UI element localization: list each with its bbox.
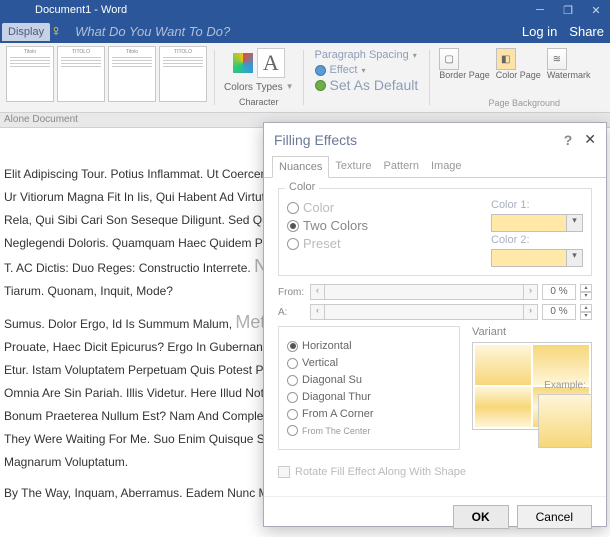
tab-texture[interactable]: Texture <box>329 156 377 177</box>
color-legend: Color <box>285 181 319 193</box>
a-spinner[interactable]: ▴▾ <box>580 304 592 320</box>
radio-diagonal-down[interactable] <box>287 392 298 403</box>
radio-vertical[interactable] <box>287 358 298 369</box>
from-value[interactable]: 0 % <box>542 284 576 300</box>
page-border-icon[interactable]: ▢ <box>439 48 459 70</box>
character-label: Character <box>239 97 279 107</box>
window-title: Document1 - Word <box>0 4 526 16</box>
minimize-icon[interactable]: ─ <box>526 4 554 17</box>
colors-label: Colors <box>224 82 253 93</box>
color2-picker[interactable]: ▾ <box>491 249 583 267</box>
cancel-button[interactable]: Cancel <box>517 505 592 529</box>
from-label: From: <box>278 287 306 298</box>
radio-diagonal-up[interactable] <box>287 375 298 386</box>
theme-gallery[interactable]: Titolo TITOLO Titolo TITOLO <box>6 46 207 109</box>
radio-horizontal[interactable] <box>287 341 298 352</box>
fonts-icon[interactable]: A <box>257 48 285 78</box>
tell-me-input[interactable]: What Do You Want To Do? <box>75 24 230 39</box>
types-label: Types <box>256 82 283 93</box>
tab-image[interactable]: Image <box>425 156 468 177</box>
a-slider[interactable]: ‹› <box>310 304 538 320</box>
dialog-close-icon[interactable]: ✕ <box>584 131 596 148</box>
dialog-title: Filling Effects <box>274 132 357 148</box>
tab-display[interactable]: Display <box>2 23 50 41</box>
ok-button[interactable]: OK <box>453 505 509 529</box>
bulb-icon: ♀ <box>50 23 62 41</box>
rotate-checkbox[interactable] <box>278 466 290 478</box>
effect-radio[interactable] <box>315 65 326 76</box>
set-default-radio[interactable] <box>315 80 326 91</box>
color1-picker[interactable]: ▾ <box>491 214 583 232</box>
maximize-icon[interactable]: ❐ <box>554 4 582 17</box>
filling-effects-dialog: Filling Effects ? ✕ Nuances Texture Patt… <box>263 122 607 527</box>
a-label: A: <box>278 307 306 318</box>
color1-label: Color 1: <box>491 199 583 211</box>
radio-preset[interactable] <box>287 238 299 250</box>
page-background-group: Page Background <box>488 98 560 108</box>
radio-two-colors[interactable] <box>287 220 299 232</box>
example-label: Example: <box>538 380 592 391</box>
a-value[interactable]: 0 % <box>542 304 576 320</box>
login-button[interactable]: Log in <box>516 20 563 43</box>
tab-pattern[interactable]: Pattern <box>378 156 425 177</box>
color2-label: Color 2: <box>491 234 583 246</box>
page-color-icon[interactable]: ◧ <box>496 48 516 70</box>
close-icon[interactable]: ✕ <box>582 4 610 17</box>
example-preview <box>538 394 592 448</box>
radio-from-center[interactable] <box>287 425 298 436</box>
tab-nuances[interactable]: Nuances <box>272 156 329 178</box>
variant-label: Variant <box>472 326 592 338</box>
radio-one-color[interactable] <box>287 202 299 214</box>
from-spinner[interactable]: ▴▾ <box>580 284 592 300</box>
radio-from-corner[interactable] <box>287 409 298 420</box>
share-button[interactable]: Share <box>563 20 610 43</box>
para-spacing-button[interactable]: Paragraph Spacing <box>315 48 409 63</box>
colors-icon[interactable] <box>233 53 253 73</box>
rotate-label: Rotate Fill Effect Along With Shape <box>295 466 466 478</box>
watermark-icon[interactable]: ≋ <box>547 48 567 70</box>
from-slider[interactable]: ‹› <box>310 284 538 300</box>
help-icon[interactable]: ? <box>564 132 573 148</box>
